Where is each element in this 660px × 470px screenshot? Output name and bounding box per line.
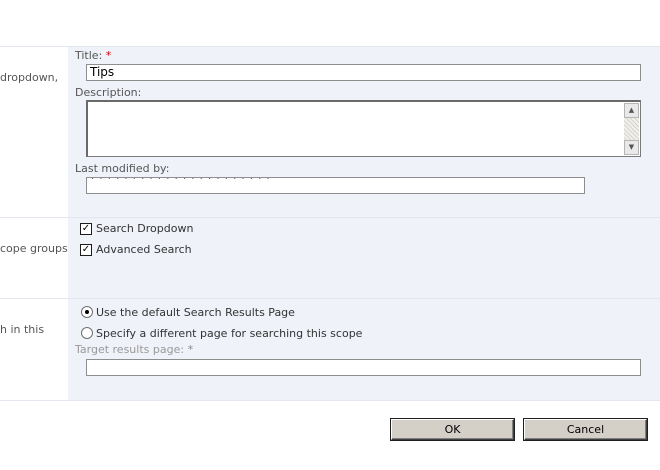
title-label-text: Title: — [75, 49, 103, 62]
description-label: Description: — [75, 86, 142, 99]
cancel-button[interactable]: Cancel — [524, 419, 647, 440]
results-section: h in this Use the default Search Results… — [0, 299, 660, 400]
title-section-description: dropdown, — [0, 71, 59, 84]
last-modified-field: · · · · · · · · · · · · · · · · · · · · … — [86, 177, 585, 194]
groups-section: cope groups ✓ Search Dropdown ✓ Advanced… — [0, 218, 660, 298]
target-results-label: Target results page: * — [75, 343, 193, 356]
advanced-search-label[interactable]: Advanced Search — [96, 243, 192, 256]
target-required-marker: * — [187, 343, 194, 356]
target-results-label-text: Target results page: — [75, 343, 185, 356]
last-modified-value: · · · · · · · · · · · · · · · · · · · · … — [91, 177, 271, 185]
target-results-input[interactable] — [86, 359, 641, 376]
specify-page-label[interactable]: Specify a different page for searching t… — [96, 327, 362, 340]
specify-page-radio[interactable] — [81, 327, 93, 339]
description-scrollbar[interactable]: ▲ ▼ — [624, 103, 639, 155]
last-modified-label: Last modified by: — [75, 162, 170, 175]
title-section: dropdown, Title: * Tips Description: ▲ ▼… — [0, 47, 660, 217]
default-results-label[interactable]: Use the default Search Results Page — [96, 306, 295, 319]
default-results-radio[interactable] — [81, 306, 93, 318]
required-marker: * — [105, 49, 112, 62]
bottom-divider — [0, 400, 660, 401]
scroll-up-icon[interactable]: ▲ — [624, 103, 639, 118]
search-dropdown-label[interactable]: Search Dropdown — [96, 222, 193, 235]
scroll-down-icon[interactable]: ▼ — [624, 140, 639, 155]
advanced-search-checkbox[interactable]: ✓ — [80, 244, 92, 256]
radio-selected-dot — [85, 310, 89, 314]
groups-section-description: cope groups — [0, 242, 68, 255]
title-label: Title: * — [75, 49, 111, 62]
results-section-description: h in this — [0, 323, 45, 336]
ok-button[interactable]: OK — [391, 419, 514, 440]
description-textarea[interactable]: ▲ ▼ — [86, 100, 641, 157]
title-input[interactable]: Tips — [86, 64, 641, 81]
search-dropdown-checkbox[interactable]: ✓ — [80, 223, 92, 235]
